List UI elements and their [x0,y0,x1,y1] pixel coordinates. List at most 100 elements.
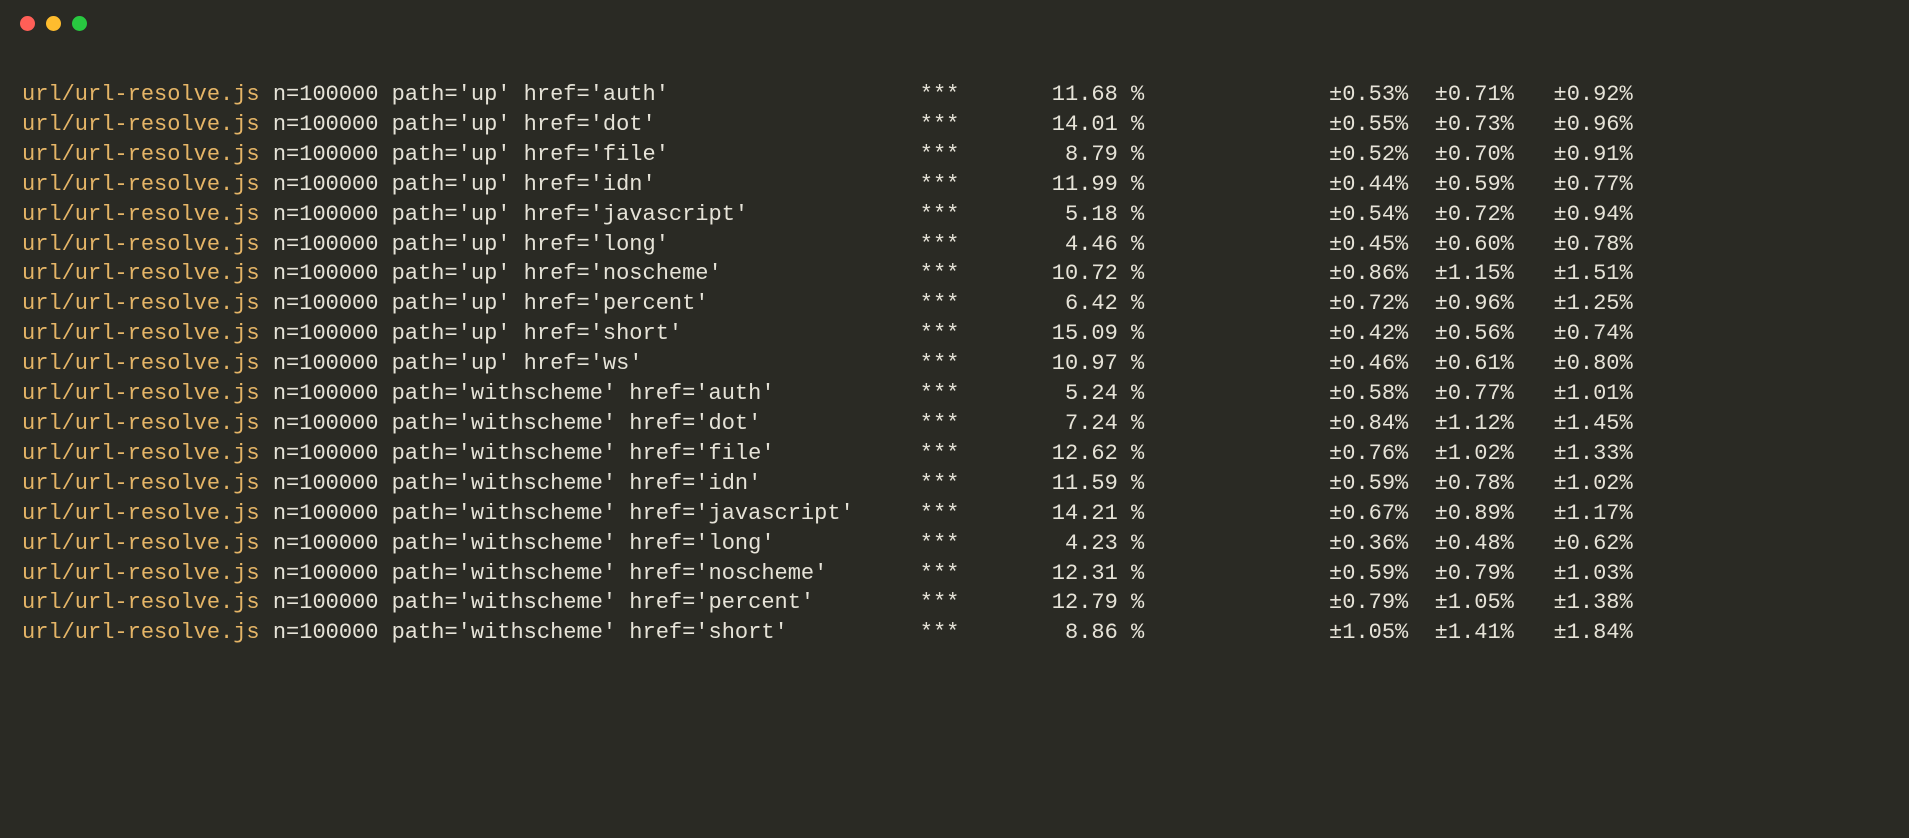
file-path: url/url-resolve.js [22,202,260,227]
benchmark-params: n=100000 path='up' href='idn' [260,172,867,197]
significance-stars: *** [867,411,959,436]
ci-2: ±0.77% [1408,381,1514,406]
significance-stars: *** [867,441,959,466]
file-path: url/url-resolve.js [22,232,260,257]
significance-stars: *** [867,82,959,107]
significance-stars: *** [867,471,959,496]
ci-3: ±0.78% [1514,232,1633,257]
file-path: url/url-resolve.js [22,82,260,107]
ci-3: ±1.84% [1514,620,1633,645]
ci-1: ±0.52% [1144,142,1408,167]
ci-3: ±1.02% [1514,471,1633,496]
ci-3: ±0.62% [1514,531,1633,556]
ci-1: ±0.53% [1144,82,1408,107]
ci-1: ±0.42% [1144,321,1408,346]
ci-1: ±0.58% [1144,381,1408,406]
benchmark-row: url/url-resolve.js n=100000 path='up' hr… [22,170,1887,200]
significance-stars: *** [867,172,959,197]
ci-2: ±0.56% [1408,321,1514,346]
ci-3: ±0.96% [1514,112,1633,137]
ci-1: ±0.59% [1144,471,1408,496]
ci-3: ±0.94% [1514,202,1633,227]
ci-3: ±1.33% [1514,441,1633,466]
file-path: url/url-resolve.js [22,321,260,346]
significance-stars: *** [867,590,959,615]
ci-2: ±0.59% [1408,172,1514,197]
benchmark-params: n=100000 path='withscheme' href='file' [260,441,867,466]
file-path: url/url-resolve.js [22,531,260,556]
ci-2: ±1.02% [1408,441,1514,466]
file-path: url/url-resolve.js [22,291,260,316]
benchmark-row: url/url-resolve.js n=100000 path='up' hr… [22,349,1887,379]
ci-2: ±0.89% [1408,501,1514,526]
significance-stars: *** [867,232,959,257]
ci-3: ±1.45% [1514,411,1633,436]
significance-stars: *** [867,202,959,227]
ci-3: ±0.77% [1514,172,1633,197]
significance-stars: *** [867,561,959,586]
benchmark-row: url/url-resolve.js n=100000 path='withsc… [22,529,1887,559]
benchmark-row: url/url-resolve.js n=100000 path='withsc… [22,379,1887,409]
significance-stars: *** [867,142,959,167]
file-path: url/url-resolve.js [22,471,260,496]
percent-value: 5.18 % [959,202,1144,227]
percent-value: 11.59 % [959,471,1144,496]
close-icon[interactable] [20,16,35,31]
benchmark-params: n=100000 path='up' href='noscheme' [260,261,867,286]
file-path: url/url-resolve.js [22,501,260,526]
ci-1: ±0.84% [1144,411,1408,436]
benchmark-params: n=100000 path='up' href='percent' [260,291,867,316]
benchmark-row: url/url-resolve.js n=100000 path='up' hr… [22,259,1887,289]
ci-3: ±0.91% [1514,142,1633,167]
file-path: url/url-resolve.js [22,351,260,376]
benchmark-row: url/url-resolve.js n=100000 path='up' hr… [22,230,1887,260]
ci-3: ±1.01% [1514,381,1633,406]
benchmark-params: n=100000 path='withscheme' href='idn' [260,471,867,496]
titlebar [0,0,1909,46]
ci-2: ±1.41% [1408,620,1514,645]
percent-value: 11.68 % [959,82,1144,107]
significance-stars: *** [867,321,959,346]
ci-2: ±1.15% [1408,261,1514,286]
benchmark-params: n=100000 path='up' href='long' [260,232,867,257]
benchmark-row: url/url-resolve.js n=100000 path='up' hr… [22,289,1887,319]
percent-value: 8.79 % [959,142,1144,167]
benchmark-params: n=100000 path='up' href='ws' [260,351,867,376]
percent-value: 14.21 % [959,501,1144,526]
benchmark-params: n=100000 path='withscheme' href='javascr… [260,501,867,526]
ci-1: ±0.76% [1144,441,1408,466]
file-path: url/url-resolve.js [22,112,260,137]
percent-value: 10.72 % [959,261,1144,286]
benchmark-params: n=100000 path='withscheme' href='auth' [260,381,867,406]
benchmark-row: url/url-resolve.js n=100000 path='withsc… [22,618,1887,648]
ci-1: ±0.36% [1144,531,1408,556]
benchmark-row: url/url-resolve.js n=100000 path='up' hr… [22,80,1887,110]
file-path: url/url-resolve.js [22,561,260,586]
ci-3: ±0.92% [1514,82,1633,107]
significance-stars: *** [867,531,959,556]
benchmark-row: url/url-resolve.js n=100000 path='withsc… [22,559,1887,589]
significance-stars: *** [867,112,959,137]
file-path: url/url-resolve.js [22,590,260,615]
benchmark-row: url/url-resolve.js n=100000 path='up' hr… [22,110,1887,140]
ci-2: ±0.61% [1408,351,1514,376]
percent-value: 4.46 % [959,232,1144,257]
ci-3: ±1.51% [1514,261,1633,286]
ci-2: ±0.72% [1408,202,1514,227]
benchmark-row: url/url-resolve.js n=100000 path='withsc… [22,469,1887,499]
benchmark-row: url/url-resolve.js n=100000 path='withsc… [22,499,1887,529]
percent-value: 10.97 % [959,351,1144,376]
ci-3: ±0.80% [1514,351,1633,376]
benchmark-params: n=100000 path='withscheme' href='dot' [260,411,867,436]
ci-3: ±1.17% [1514,501,1633,526]
ci-2: ±0.48% [1408,531,1514,556]
ci-2: ±1.05% [1408,590,1514,615]
minimize-icon[interactable] [46,16,61,31]
significance-stars: *** [867,620,959,645]
ci-2: ±0.78% [1408,471,1514,496]
ci-2: ±0.70% [1408,142,1514,167]
maximize-icon[interactable] [72,16,87,31]
ci-2: ±1.12% [1408,411,1514,436]
percent-value: 4.23 % [959,531,1144,556]
benchmark-params: n=100000 path='up' href='javascript' [260,202,867,227]
